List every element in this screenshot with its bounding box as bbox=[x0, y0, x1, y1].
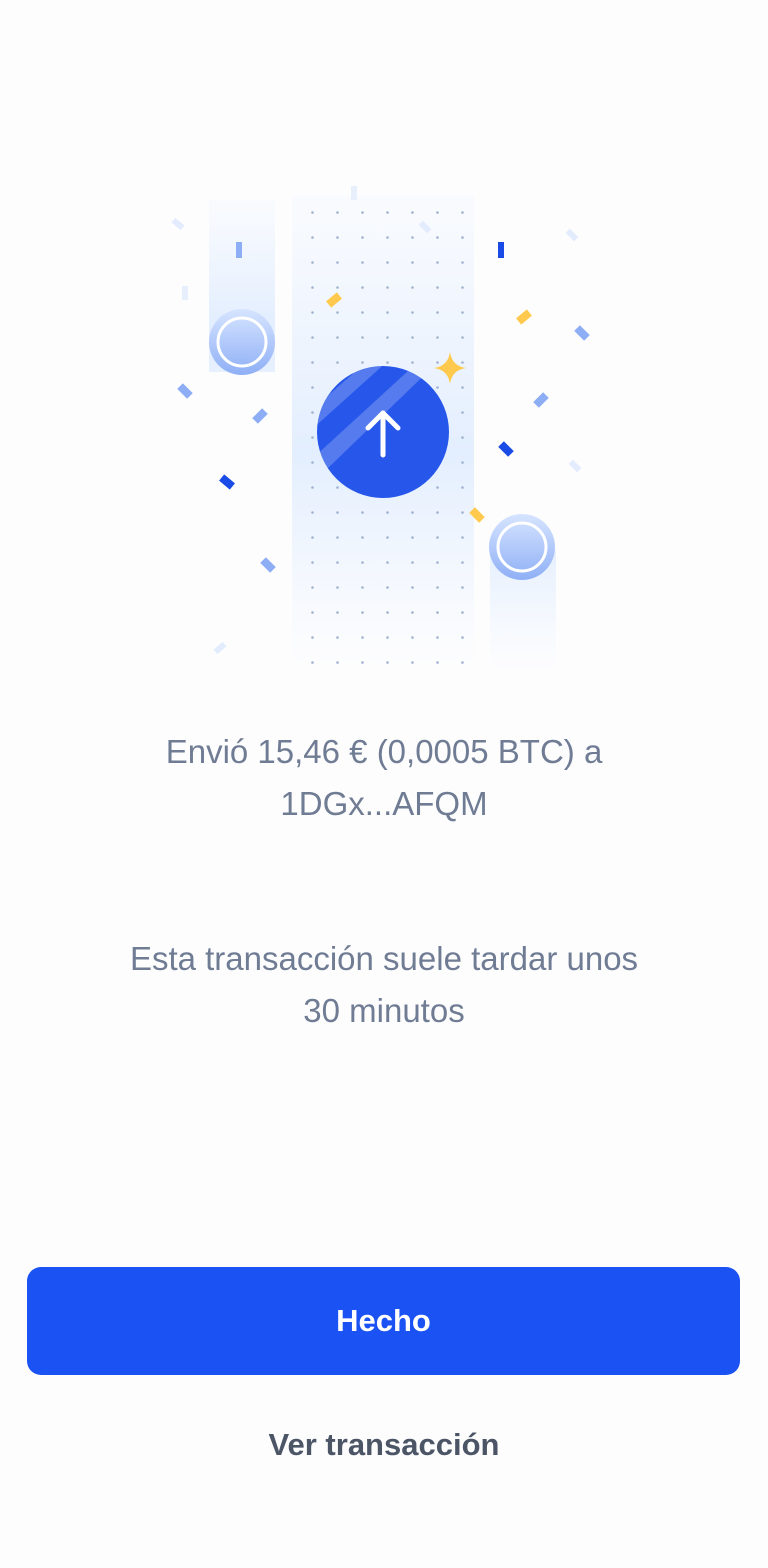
eta-line: Esta transacción suele tardar unos bbox=[129, 940, 639, 977]
done-button[interactable]: Hecho bbox=[27, 1267, 740, 1375]
recipient-address: 1DGx...AFQM bbox=[280, 785, 488, 822]
view-transaction-link[interactable]: Ver transacción bbox=[184, 1415, 584, 1475]
coin-icon bbox=[489, 514, 555, 580]
coin-icon bbox=[209, 309, 275, 375]
sent-amount-line: Envió 15,46 € (0,0005 BTC) a bbox=[165, 733, 603, 770]
send-success-illustration bbox=[171, 186, 590, 680]
eta-message: Esta transacción suele tardar unos 30 mi… bbox=[60, 933, 708, 1037]
sent-amount-message: Envió 15,46 € (0,0005 BTC) a 1DGx...AFQM bbox=[60, 726, 708, 830]
eta-duration: 30 minutos bbox=[303, 992, 465, 1029]
